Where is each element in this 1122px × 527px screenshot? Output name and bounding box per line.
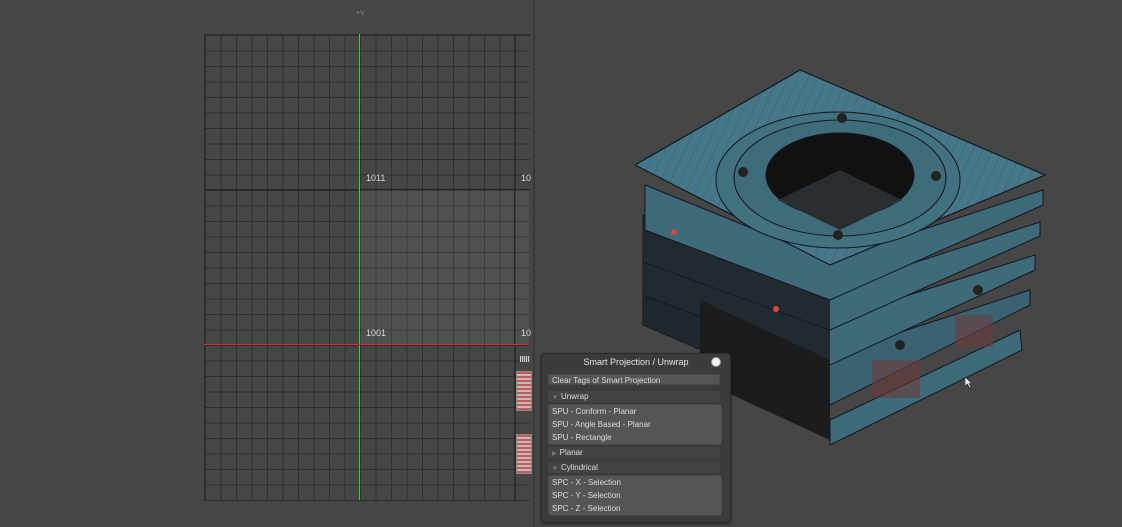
cylindrical-group: SPC - X - Selection SPC - Y - Selection … bbox=[548, 475, 722, 516]
cursor-icon bbox=[965, 377, 973, 389]
planar-section-header[interactable]: ▶ Planar bbox=[548, 447, 720, 458]
planar-section-label: Planar bbox=[559, 448, 583, 457]
expand-triangle-icon: ▼ bbox=[552, 466, 558, 472]
panel-pin-button[interactable] bbox=[711, 357, 721, 367]
expand-triangle-icon: ▼ bbox=[552, 395, 558, 401]
unwrap-section-header[interactable]: ▼ Unwrap bbox=[548, 391, 720, 402]
clear-tags-button[interactable]: Clear Tags of Smart Projection bbox=[548, 374, 720, 385]
unwrap-section-label: Unwrap bbox=[560, 392, 589, 401]
spc-x-selection-button[interactable]: SPC - X - Selection bbox=[549, 476, 721, 489]
collapse-triangle-icon: ▶ bbox=[552, 451, 557, 457]
spc-y-selection-button[interactable]: SPC - Y - Selection bbox=[549, 489, 721, 502]
spu-rectangle-button[interactable]: SPU - Rectangle bbox=[549, 431, 721, 444]
unwrap-group: SPU - Conform - Planar SPU - Angle Based… bbox=[548, 404, 722, 445]
panel-title: Smart Projection / Unwrap bbox=[583, 357, 689, 367]
spu-conform-planar-button[interactable]: SPU - Conform - Planar bbox=[549, 405, 721, 418]
spc-z-selection-button[interactable]: SPC - Z - Selection bbox=[549, 502, 721, 515]
smart-projection-panel: Smart Projection / Unwrap Clear Tags of … bbox=[541, 353, 731, 523]
cylindrical-section-label: Cylindrical bbox=[560, 463, 598, 472]
cylindrical-section-header[interactable]: ▼ Cylindrical bbox=[548, 462, 720, 473]
spu-angle-based-planar-button[interactable]: SPU - Angle Based - Planar bbox=[549, 418, 721, 431]
